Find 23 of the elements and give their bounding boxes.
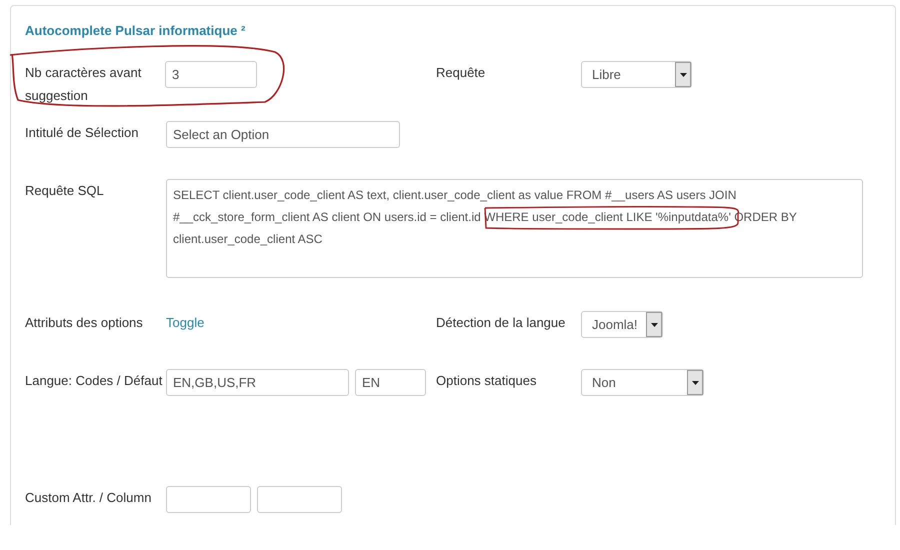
- text-field[interactable]: EN: [355, 369, 426, 396]
- text-field[interactable]: [257, 486, 342, 513]
- section-title: Autocomplete Pulsar informatique ²: [25, 22, 246, 40]
- field-label: Attributs des options: [25, 314, 144, 332]
- field-label: Détection de la langue: [436, 314, 566, 332]
- caret-icon: [675, 62, 691, 87]
- field-label: Nb caractères avant suggestion: [25, 64, 142, 105]
- caret-icon: [646, 312, 662, 337]
- field-label: Langue: Codes / Défaut: [25, 372, 164, 390]
- field-label: Intitulé de Sélection: [25, 124, 140, 142]
- dropdown[interactable]: Non: [581, 369, 704, 396]
- dropdown[interactable]: Libre: [581, 61, 692, 88]
- field-label: Requête: [436, 64, 486, 82]
- text-field[interactable]: 3: [165, 61, 257, 88]
- caret-icon: [687, 370, 703, 395]
- field-label: Options statiques: [436, 372, 538, 390]
- field-label: Custom Attr. / Column: [25, 489, 152, 507]
- dropdown[interactable]: Joomla!: [581, 311, 663, 338]
- text-field[interactable]: [166, 486, 251, 513]
- text-field[interactable]: Select an Option: [166, 121, 400, 148]
- field-label: Requête SQL: [25, 182, 105, 200]
- toggle-link[interactable]: Toggle: [166, 311, 436, 369]
- text-field[interactable]: EN,GB,US,FR: [166, 369, 349, 396]
